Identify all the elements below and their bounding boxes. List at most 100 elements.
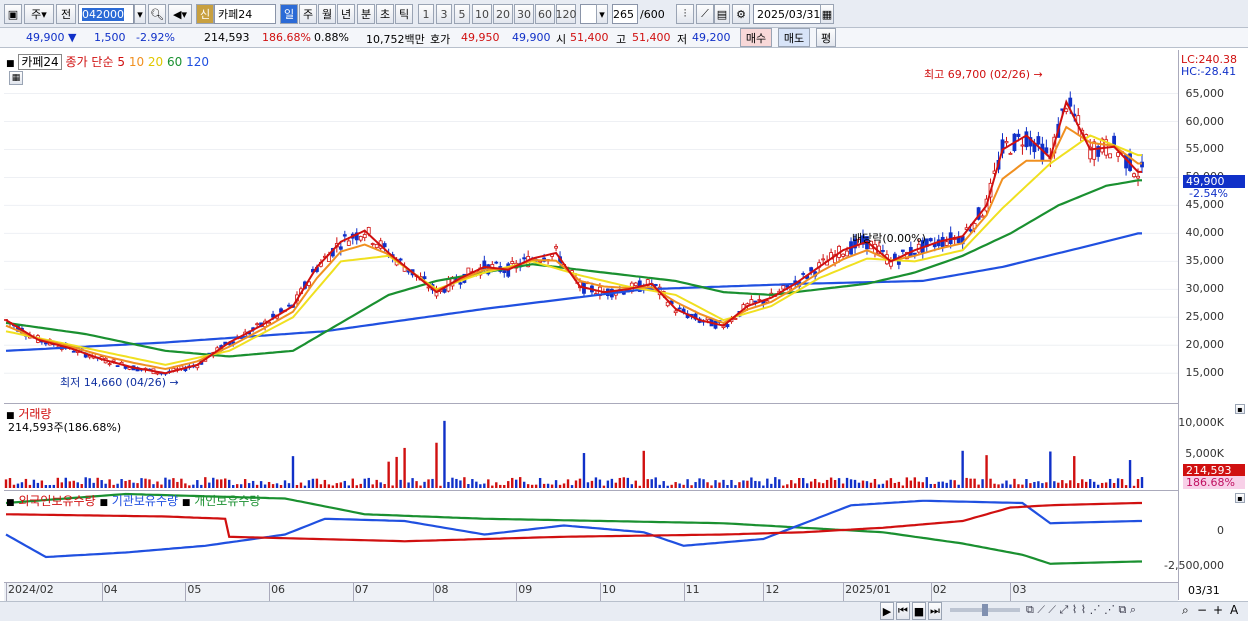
count-input[interactable]: 265	[612, 4, 638, 24]
volume-bar	[1053, 481, 1056, 488]
text-icon[interactable]: A	[1230, 603, 1238, 617]
interval-120[interactable]: 120	[556, 4, 577, 24]
volume-bar	[754, 480, 757, 488]
volume-bar	[80, 484, 83, 488]
code-dropdown-icon[interactable]: ▾	[134, 4, 146, 24]
speaker-icon[interactable]: ◀▾	[168, 4, 192, 24]
code-value: 042000	[82, 7, 124, 21]
gear-icon[interactable]: ⚙	[732, 4, 750, 24]
legend-ma60[interactable]: 60	[167, 55, 182, 69]
mode-month[interactable]: 월	[318, 4, 336, 24]
volume-bar	[694, 482, 697, 488]
draw-line-icon[interactable]: ⟋	[696, 4, 714, 24]
mode-minute[interactable]: 분	[357, 4, 375, 24]
volume-bar	[786, 484, 789, 488]
volume-bar	[833, 479, 837, 488]
volume-bar	[108, 479, 111, 488]
legend-institution[interactable]: 기관보유수량	[112, 494, 178, 508]
search-icon[interactable]: 🔍︎	[148, 4, 166, 24]
volume-bar	[586, 482, 590, 488]
legend-ma10[interactable]: 10	[129, 55, 144, 69]
volume-bar	[120, 479, 123, 488]
legend-ma20[interactable]: 20	[148, 55, 163, 69]
volume-bar	[678, 483, 681, 488]
date-input[interactable]: 2025/03/31	[753, 4, 823, 24]
rewind-icon[interactable]: ⏮	[896, 602, 910, 620]
prev-button[interactable]: 전	[56, 4, 76, 24]
interval-label: 20	[496, 7, 510, 21]
candle-body	[1016, 133, 1021, 137]
code-input[interactable]: 042000	[78, 4, 134, 24]
mode-second[interactable]: 초	[376, 4, 394, 24]
window-icon[interactable]: ▣	[4, 4, 22, 24]
interval-5[interactable]: 5	[454, 4, 470, 24]
volume-bar	[518, 477, 522, 488]
volume-bar	[239, 484, 243, 488]
candle-body	[422, 276, 427, 280]
forward-icon[interactable]: ⏭	[928, 602, 942, 620]
volume-bar	[1116, 478, 1120, 488]
volume-bar	[180, 478, 183, 488]
volume-bar	[1009, 484, 1012, 488]
legend-stock-name[interactable]: 카페24	[18, 54, 62, 70]
volume-bar	[790, 480, 793, 488]
minus-icon[interactable]: −	[1197, 603, 1207, 617]
mode-year[interactable]: 년	[337, 4, 355, 24]
period-type-select[interactable]: 주 ▾	[24, 4, 54, 24]
drawing-tools-icon[interactable]: ⧉ ⟋ ⟋ ⤢ ⌇ ⌇ ⋰ ⋰ ⧉ ⌕	[1026, 603, 1136, 617]
mode-tick[interactable]: 틱	[395, 4, 413, 24]
chart-canvas[interactable]	[4, 50, 1178, 600]
mode-week[interactable]: 주	[299, 4, 317, 24]
interval-30[interactable]: 30	[514, 4, 534, 24]
buy-button[interactable]: 매수	[740, 28, 772, 47]
new-badge[interactable]: 신	[196, 4, 214, 24]
volume-bar	[44, 485, 48, 488]
volume-bar	[622, 477, 626, 488]
volume-bar	[805, 483, 809, 488]
interval-3[interactable]: 3	[436, 4, 452, 24]
interval-1[interactable]: 1	[418, 4, 434, 24]
stop-icon[interactable]: ■	[912, 602, 926, 620]
zoom-out-icon[interactable]: ⌕	[1182, 603, 1189, 618]
sell-button[interactable]: 매도	[778, 28, 810, 47]
stock-name-field[interactable]: 카페24	[214, 4, 276, 24]
zoom-slider-handle[interactable]	[982, 604, 988, 616]
volume-bar	[399, 479, 402, 488]
interval-dropdown-icon[interactable]: ▾	[596, 4, 608, 24]
plus-icon[interactable]: +	[1213, 603, 1223, 617]
ma10-line	[5, 125, 1142, 371]
interval-label: 60	[538, 7, 552, 21]
volume-bar	[76, 482, 79, 488]
candle-body	[458, 282, 463, 285]
interval-10[interactable]: 10	[472, 4, 492, 24]
legend-ma120[interactable]: 120	[186, 55, 209, 69]
vol-panel-close-icon[interactable]: ▪	[1235, 404, 1245, 414]
candle-body	[900, 249, 905, 252]
legend-foreign[interactable]: 외국인보유수량	[18, 494, 95, 508]
hold-panel-close-icon[interactable]: ▪	[1235, 493, 1245, 503]
interval-20[interactable]: 20	[493, 4, 513, 24]
calendar-icon[interactable]: ▦	[820, 4, 834, 24]
volume-bar	[100, 480, 103, 488]
mode-label: 분	[360, 8, 372, 21]
candle-body	[841, 253, 845, 257]
eval-button[interactable]: 평	[816, 28, 836, 47]
volume-bar	[1069, 480, 1072, 488]
candle-body	[1092, 141, 1097, 160]
volume-bar	[363, 478, 366, 488]
price-tick: 55,000	[1185, 142, 1225, 156]
calculator-icon[interactable]: ▦	[9, 71, 23, 85]
candle-icon[interactable]: ⫶	[676, 4, 694, 24]
save-icon[interactable]: ▤	[714, 4, 730, 24]
legend-individual[interactable]: 개인보유수량	[194, 494, 260, 508]
legend-ma5[interactable]: 5	[117, 55, 125, 69]
volume-bar	[275, 483, 279, 488]
interval-60[interactable]: 60	[535, 4, 555, 24]
volume-bar	[16, 483, 20, 488]
volume-bar	[1136, 479, 1140, 488]
candle-body	[1068, 97, 1073, 107]
mode-day[interactable]: 일	[280, 4, 298, 24]
scroll-right-icon[interactable]: ▶	[880, 602, 894, 620]
volume-bar	[72, 480, 75, 488]
volume-bar	[283, 480, 287, 488]
